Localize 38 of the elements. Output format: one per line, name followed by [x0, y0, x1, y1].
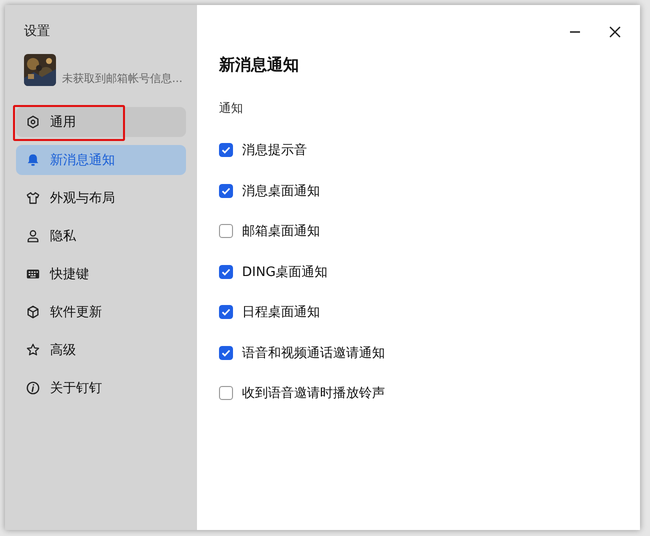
section-label: 通知 — [219, 100, 244, 117]
checkmark-icon — [221, 186, 231, 196]
sidebar-item[interactable]: 关于钉钉 — [16, 373, 186, 403]
option-label: 日程桌面通知 — [242, 304, 320, 321]
checkmark-icon — [221, 307, 231, 317]
sidebar-item[interactable]: 隐私 — [16, 221, 186, 251]
cube-icon — [26, 305, 40, 319]
checkbox[interactable] — [219, 264, 233, 278]
gear-icon — [26, 115, 40, 129]
sidebar-item[interactable]: 软件更新 — [16, 297, 186, 327]
page-heading: 新消息通知 — [219, 55, 300, 76]
checkmark-icon — [221, 145, 231, 155]
checkmark-icon — [221, 348, 231, 358]
option-label: 收到语音邀请时播放铃声 — [242, 385, 385, 402]
sidebar-item[interactable]: 外观与布局 — [16, 183, 186, 213]
checkbox[interactable] — [219, 143, 233, 157]
person-icon — [26, 229, 40, 243]
option-label: 消息桌面通知 — [242, 182, 320, 200]
checkbox[interactable] — [219, 305, 233, 319]
option-label: 消息提示音 — [242, 142, 307, 159]
star-icon — [26, 343, 40, 357]
checkbox[interactable] — [219, 386, 233, 400]
sidebar-item[interactable]: 快捷键 — [16, 259, 186, 289]
sidebar-item[interactable]: 高级 — [16, 335, 186, 365]
info-icon — [26, 381, 40, 395]
option-label: 邮箱桌面通知 — [242, 223, 320, 240]
close-icon — [609, 26, 621, 38]
bell-icon — [26, 153, 40, 167]
option-label: 语音和视频通话邀请通知 — [242, 344, 385, 362]
checkbox[interactable] — [219, 346, 233, 360]
checkbox[interactable] — [219, 224, 233, 238]
checkmark-icon — [221, 266, 231, 276]
account-status: 未获取到邮箱帐号信息... — [62, 71, 182, 86]
option-label: DING桌面通知 — [242, 264, 328, 280]
checkbox[interactable] — [219, 184, 233, 198]
window-title: 设置 — [24, 23, 51, 40]
keyboard-icon — [26, 267, 40, 281]
shirt-icon — [26, 191, 40, 205]
